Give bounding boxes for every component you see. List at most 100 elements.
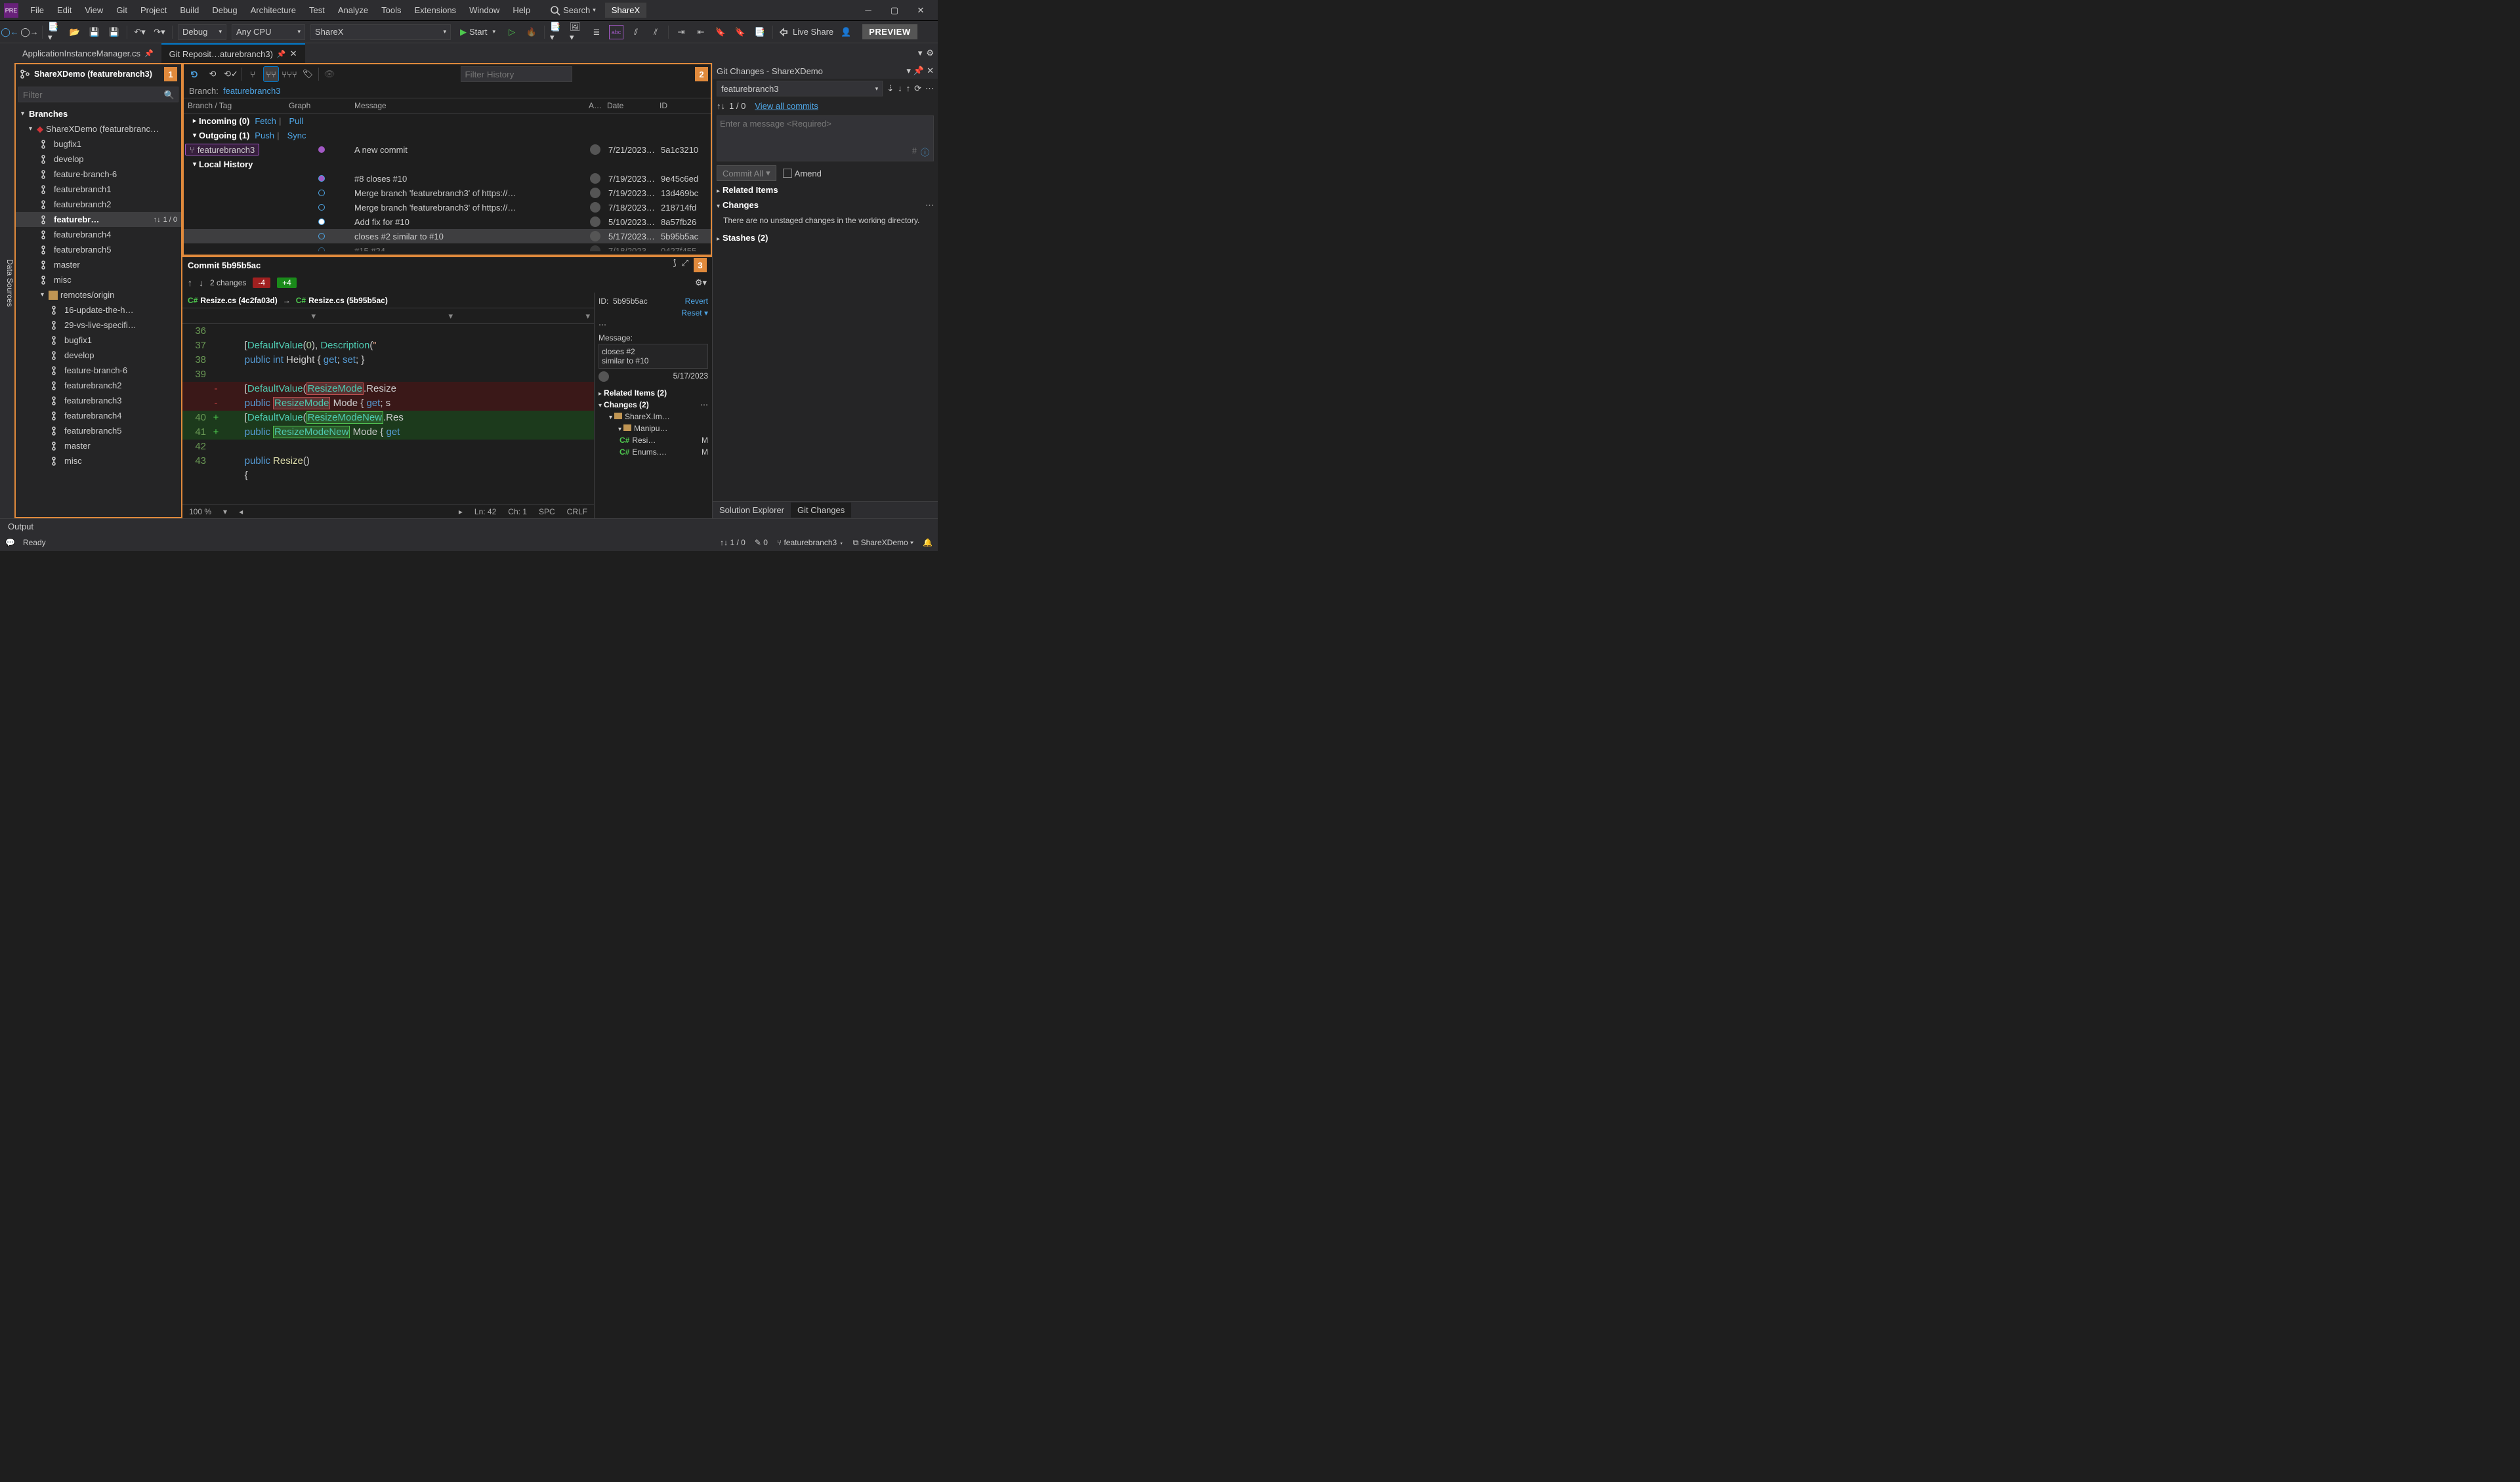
- redo-icon[interactable]: ↷▾: [152, 25, 167, 39]
- start-button[interactable]: ▶Start▾: [456, 27, 499, 37]
- branch-item[interactable]: 29-vs-live-specifi…: [16, 318, 181, 333]
- uncomment-icon[interactable]: ⫽: [648, 25, 663, 39]
- bookmark-icon[interactable]: 🔖: [713, 25, 728, 39]
- branch-item[interactable]: featurebranch1: [16, 182, 181, 197]
- menu-test[interactable]: Test: [303, 3, 331, 18]
- bookmark3-icon[interactable]: 📑: [753, 25, 767, 39]
- branch-item[interactable]: featurebranch5: [16, 423, 181, 438]
- more-icon[interactable]: ⋯: [598, 320, 606, 329]
- branch-item[interactable]: feature-branch-6: [16, 167, 181, 182]
- zoom-level[interactable]: 100 %: [189, 507, 211, 516]
- history-filter-input[interactable]: [461, 66, 572, 82]
- list-icon[interactable]: ≣: [589, 25, 604, 39]
- commit-row[interactable]: closes #2 similar to #105/17/2023…5b95b5…: [184, 229, 711, 243]
- branch-item[interactable]: featurebranch2: [16, 197, 181, 212]
- expand-icon[interactable]: ⤢: [682, 258, 688, 272]
- branch-combo[interactable]: featurebranch3▾: [717, 81, 883, 96]
- tab-git-repository[interactable]: Git Reposit…aturebranch3)📌✕: [161, 43, 305, 63]
- config-combo[interactable]: Debug▾: [178, 24, 226, 40]
- branch-item[interactable]: featurebranch2: [16, 378, 181, 393]
- remotes-node[interactable]: ▾remotes/origin: [16, 287, 181, 302]
- tab-app-instance-manager[interactable]: ApplicationInstanceManager.cs📌: [14, 43, 161, 63]
- menu-help[interactable]: Help: [506, 3, 537, 18]
- branch-item[interactable]: develop: [16, 348, 181, 363]
- commit-row[interactable]: Add fix for #105/10/2023…8a57fb26: [184, 215, 711, 229]
- sync-status[interactable]: ↑↓ 1 / 0: [720, 538, 746, 547]
- commit-row[interactable]: #15 #247/18/2023…0427f455: [184, 243, 711, 251]
- branches-node[interactable]: ▾Branches: [16, 106, 181, 121]
- hidden-icon[interactable]: 👁: [322, 66, 337, 82]
- sync-icon[interactable]: ⟳: [914, 83, 921, 94]
- live-share-button[interactable]: Live Share: [778, 27, 833, 37]
- menu-git[interactable]: Git: [110, 3, 134, 18]
- git-changes-tab[interactable]: Git Changes: [791, 503, 851, 518]
- minimize-button[interactable]: ─: [855, 3, 881, 18]
- file-node[interactable]: C#Resi…M: [598, 434, 708, 446]
- incoming-section[interactable]: ▸Incoming (0) Fetch|Pull: [184, 113, 711, 128]
- reset-link[interactable]: Reset ▾: [681, 308, 708, 318]
- fetch-icon[interactable]: ⇣: [887, 83, 894, 94]
- feedback-icon[interactable]: 👤: [839, 25, 853, 39]
- push-link[interactable]: Push: [255, 131, 274, 140]
- changes-section[interactable]: ▾Changes⋯: [713, 197, 938, 213]
- menu-file[interactable]: File: [24, 3, 51, 18]
- diff-member-dropdowns[interactable]: ▾▾▾: [182, 308, 594, 324]
- outdent-icon[interactable]: ⇤: [694, 25, 708, 39]
- related-items-node[interactable]: ▸Related Items (2): [598, 387, 708, 399]
- next-change-icon[interactable]: ↓: [199, 278, 203, 288]
- global-search[interactable]: Search ▾: [550, 5, 596, 16]
- stashes-section[interactable]: ▸Stashes (2): [713, 230, 938, 245]
- menu-architecture[interactable]: Architecture: [244, 3, 303, 18]
- branch-item[interactable]: featurebranch4: [16, 408, 181, 423]
- fetch-link[interactable]: Fetch: [255, 116, 276, 126]
- edit-count[interactable]: ✎ 0: [755, 538, 768, 547]
- comment-icon[interactable]: ⫽: [629, 25, 643, 39]
- commit-row[interactable]: Merge branch 'featurebranch3' of https:/…: [184, 186, 711, 200]
- close-icon[interactable]: ✕: [927, 66, 934, 76]
- more-icon[interactable]: ⋯: [925, 83, 934, 94]
- menu-edit[interactable]: Edit: [51, 3, 78, 18]
- browser-link-icon[interactable]: 📑▾: [550, 25, 564, 39]
- branch-item[interactable]: 16-update-the-h…: [16, 302, 181, 318]
- tag-icon[interactable]: 🏷: [300, 66, 316, 82]
- graph1-icon[interactable]: ⑂: [245, 66, 261, 82]
- local-history-section[interactable]: ▾Local History: [184, 157, 711, 171]
- refresh-icon[interactable]: [186, 66, 202, 82]
- new-project-icon[interactable]: 📑▾: [48, 25, 62, 39]
- menu-window[interactable]: Window: [463, 3, 506, 18]
- menu-view[interactable]: View: [78, 3, 110, 18]
- solution-explorer-tab[interactable]: Solution Explorer: [713, 503, 791, 518]
- hash-icon[interactable]: #: [912, 146, 917, 158]
- commit-row[interactable]: #8 closes #107/19/2023…9e45c6ed: [184, 171, 711, 186]
- amend-checkbox[interactable]: Amend: [783, 169, 822, 178]
- commit-row[interactable]: ⑂ featurebranch3 A new commit 7/21/2023……: [184, 142, 711, 157]
- pin-icon[interactable]: 📌: [277, 50, 286, 58]
- menu-debug[interactable]: Debug: [205, 3, 243, 18]
- chat-icon[interactable]: 💬: [5, 538, 15, 547]
- revert-link[interactable]: Revert: [685, 297, 708, 306]
- pull-icon[interactable]: ⟲✓: [223, 66, 239, 82]
- view-all-commits-link[interactable]: View all commits: [755, 101, 818, 111]
- abc-icon[interactable]: abc: [609, 25, 623, 39]
- outgoing-section[interactable]: ▾Outgoing (1) Push|Sync: [184, 128, 711, 142]
- push-icon[interactable]: ↑: [906, 83, 911, 94]
- branch-status[interactable]: ⑂ featurebranch3 ▾: [777, 538, 844, 547]
- graph2-icon[interactable]: ⑂⑂: [263, 66, 279, 82]
- file-node[interactable]: C#Enums.…M: [598, 446, 708, 458]
- menu-analyze[interactable]: Analyze: [331, 3, 375, 18]
- bell-icon[interactable]: 🔔: [923, 538, 933, 547]
- diff-view-icon[interactable]: ⟆: [673, 258, 677, 272]
- close-button[interactable]: ✕: [908, 3, 934, 18]
- repo-status[interactable]: ⧉ ShareXDemo ▾: [853, 538, 914, 548]
- branch-item[interactable]: feature-branch-6: [16, 363, 181, 378]
- project-selector[interactable]: ShareX: [605, 3, 646, 18]
- prev-change-icon[interactable]: ↑: [188, 278, 192, 288]
- branch-item[interactable]: develop: [16, 152, 181, 167]
- menu-extensions[interactable]: Extensions: [408, 3, 463, 18]
- repo-node[interactable]: ▾◆ShareXDemo (featurebranc…: [16, 121, 181, 136]
- branch-item[interactable]: master: [16, 257, 181, 272]
- nav-back-icon[interactable]: ◯←: [3, 25, 17, 39]
- dropdown-icon[interactable]: ▾: [918, 48, 923, 58]
- branch-item[interactable]: misc: [16, 453, 181, 468]
- save-all-icon[interactable]: 💾: [107, 25, 121, 39]
